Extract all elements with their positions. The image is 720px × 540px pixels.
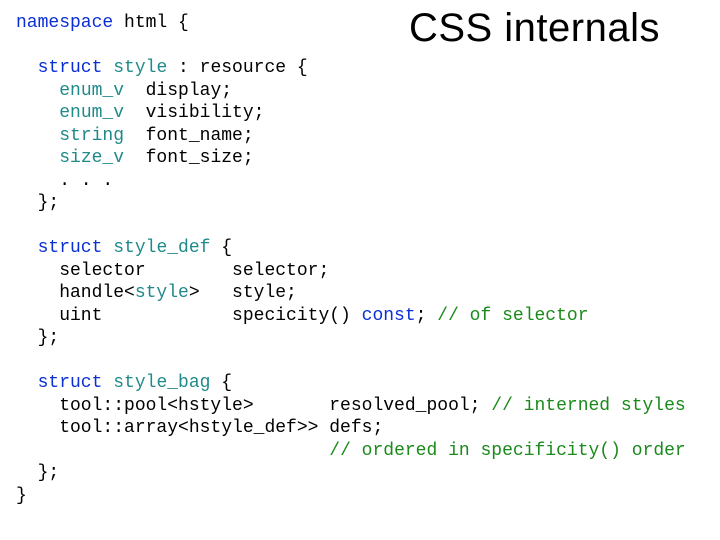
code-text: handle< — [16, 283, 135, 303]
code-text: selector selector; — [16, 261, 329, 281]
code-text: { — [210, 373, 232, 393]
code-text: }; — [16, 463, 59, 483]
typename-enum-v: enum_v — [59, 103, 124, 123]
kw-struct: struct — [16, 238, 102, 258]
code-ellipsis: . . . — [16, 171, 113, 191]
typename-enum-v: enum_v — [59, 81, 124, 101]
kw-struct: struct — [16, 373, 102, 393]
code-text — [102, 373, 113, 393]
indent — [16, 148, 59, 168]
code-block: namespace html { struct style : resource… — [16, 12, 686, 507]
comment: // interned styles — [491, 396, 685, 416]
code-text: tool::array<hstyle_def>> defs; — [16, 418, 383, 438]
kw-namespace: namespace — [16, 13, 113, 33]
typename-style: style — [113, 58, 167, 78]
kw-struct: struct — [16, 58, 102, 78]
code-text: }; — [16, 193, 59, 213]
code-text: }; — [16, 328, 59, 348]
code-text: tool::pool<hstyle> resolved_pool; — [16, 396, 491, 416]
code-text: visibility; — [124, 103, 264, 123]
code-text: display; — [124, 81, 232, 101]
code-text: : resource { — [167, 58, 307, 78]
code-text — [102, 238, 113, 258]
code-text: } — [16, 486, 27, 506]
code-text: uint specicity() — [16, 306, 362, 326]
indent — [16, 126, 59, 146]
code-text: { — [210, 238, 232, 258]
code-text: font_size; — [124, 148, 254, 168]
typename-size-v: size_v — [59, 148, 124, 168]
typename-style: style — [135, 283, 189, 303]
typename-style-def: style_def — [113, 238, 210, 258]
indent — [16, 441, 329, 461]
code-text: font_name; — [124, 126, 254, 146]
comment: // ordered in specificity() order — [329, 441, 685, 461]
slide: CSS internals namespace html { struct st… — [0, 0, 720, 540]
indent — [16, 103, 59, 123]
typename-style-bag: style_bag — [113, 373, 210, 393]
code-text: html { — [113, 13, 189, 33]
comment: // of selector — [437, 306, 588, 326]
typename-string: string — [59, 126, 124, 146]
code-text: ; — [416, 306, 438, 326]
code-text: > style; — [189, 283, 297, 303]
kw-const: const — [362, 306, 416, 326]
indent — [16, 81, 59, 101]
code-text — [102, 58, 113, 78]
